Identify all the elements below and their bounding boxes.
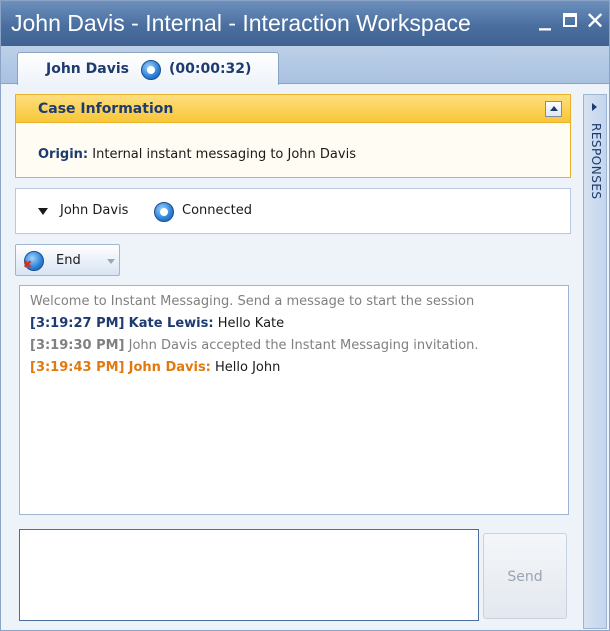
case-information-header[interactable]: Case Information — [16, 95, 570, 123]
message-sender: John Davis: — [128, 360, 211, 375]
minimize-icon[interactable]: _ — [539, 3, 551, 31]
message-text: John Davis accepted the Instant Messagin… — [128, 338, 479, 353]
interaction-workspace-window: John Davis - Internal - Interaction Work… — [0, 0, 610, 631]
message-timestamp: [3:19:43 PM] — [30, 360, 125, 375]
origin-label: Origin: — [38, 147, 89, 162]
transcript-line: [3:19:27 PM] Kate Lewis: Hello Kate — [30, 313, 558, 335]
party-name[interactable]: John Davis — [60, 203, 128, 218]
title-bar[interactable]: John Davis - Internal - Interaction Work… — [1, 1, 609, 46]
collapse-icon[interactable] — [545, 101, 562, 117]
chevron-down-icon[interactable] — [107, 259, 115, 264]
chat-bubble-icon — [154, 202, 174, 222]
message-text: Hello Kate — [217, 316, 285, 331]
message-sender: Kate Lewis: — [128, 316, 214, 331]
party-row: John Davis Connected — [15, 188, 571, 234]
expand-arrow-icon — [592, 103, 597, 111]
chat-bubble-icon — [141, 60, 161, 80]
case-information-title: Case Information — [38, 101, 174, 117]
tab-john-davis[interactable]: John Davis (00:00:32) — [17, 52, 279, 85]
message-timestamp: [3:19:27 PM] — [30, 316, 125, 331]
maximize-icon[interactable] — [563, 13, 577, 27]
end-chat-icon — [23, 251, 44, 271]
message-input[interactable] — [19, 529, 479, 621]
end-button[interactable]: End — [15, 244, 120, 276]
send-button[interactable]: Send — [483, 533, 567, 619]
responses-label: RESPONSES — [589, 123, 603, 200]
tab-duration: (00:00:32) — [169, 61, 252, 77]
origin-row: Origin: Internal instant messaging to Jo… — [38, 147, 356, 162]
origin-value: Internal instant messaging to John Davis — [92, 147, 356, 162]
tab-label: John Davis — [46, 61, 129, 77]
message-text: Welcome to Instant Messaging. Send a mes… — [30, 294, 475, 309]
transcript-line: [3:19:30 PM] John Davis accepted the Ins… — [30, 335, 558, 357]
message-timestamp: [3:19:30 PM] — [30, 338, 125, 353]
message-text: Hello John — [215, 360, 281, 375]
party-dropdown-caret-icon[interactable] — [38, 208, 48, 215]
close-icon[interactable]: ✕ — [585, 7, 605, 35]
window-title: John Davis - Internal - Interaction Work… — [11, 10, 471, 36]
tab-strip: John Davis (00:00:32) — [1, 46, 609, 85]
transcript-line: Welcome to Instant Messaging. Send a mes… — [30, 291, 558, 313]
transcript-line: [3:19:43 PM] John Davis: Hello John — [30, 357, 558, 379]
chat-transcript[interactable]: Welcome to Instant Messaging. Send a mes… — [19, 285, 569, 515]
case-information-panel: Case Information Origin: Internal instan… — [15, 94, 571, 178]
end-button-label: End — [56, 253, 81, 268]
party-status: Connected — [182, 203, 253, 218]
responses-panel-toggle[interactable]: RESPONSES — [583, 94, 607, 629]
